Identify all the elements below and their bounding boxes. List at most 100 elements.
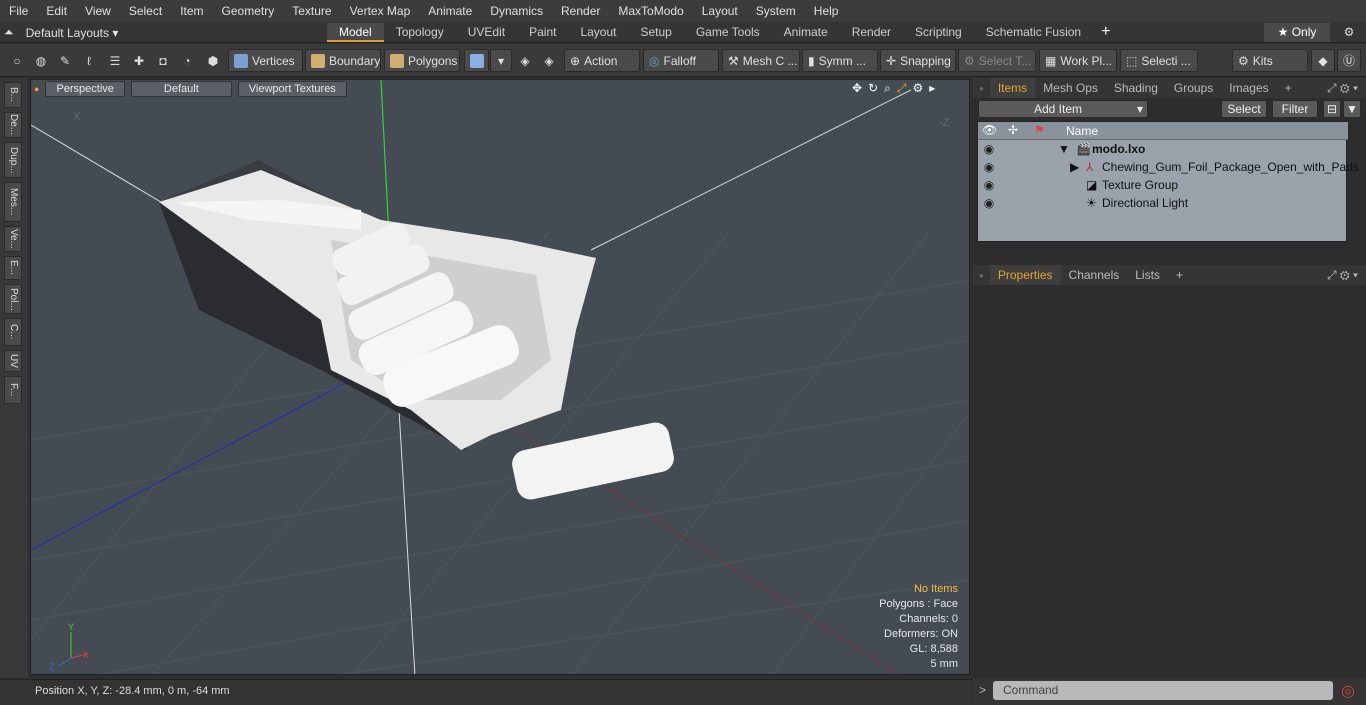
tab-groups[interactable]: Groups bbox=[1166, 78, 1221, 98]
tab-layout[interactable]: Layout bbox=[568, 23, 628, 42]
menu-item[interactable]: Render bbox=[552, 0, 609, 22]
add-item-dropdown[interactable]: Add Item ▾ bbox=[978, 100, 1148, 118]
align-icon[interactable]: ☰ bbox=[104, 49, 126, 72]
tab-uvedit[interactable]: UVEdit bbox=[456, 23, 517, 42]
menu-item[interactable]: File bbox=[0, 0, 37, 22]
falloff-button[interactable]: ◎ Falloff bbox=[643, 49, 719, 72]
left-tab[interactable]: De... bbox=[4, 112, 22, 138]
circle-select-icon[interactable]: ○ bbox=[6, 49, 28, 72]
left-tab[interactable]: Mes... bbox=[4, 182, 22, 222]
zoom-icon[interactable]: ⌕ bbox=[884, 81, 891, 97]
select-through-button[interactable]: ⚙ Select T... bbox=[958, 49, 1036, 72]
filter-button[interactable]: Filter bbox=[1272, 100, 1318, 118]
menu-item[interactable]: Geometry bbox=[213, 0, 284, 22]
maximize-icon[interactable]: ⤢ bbox=[897, 81, 907, 97]
menu-item[interactable]: MaxToModo bbox=[609, 0, 692, 22]
tab-model[interactable]: Model bbox=[327, 23, 384, 42]
add-tab-icon[interactable]: + bbox=[1277, 78, 1300, 98]
tab-images[interactable]: Images bbox=[1221, 78, 1276, 98]
kits-button[interactable]: ⚙ Kits bbox=[1232, 49, 1308, 72]
viewport-menu-arrow-icon[interactable]: ▸ bbox=[929, 81, 935, 97]
tab-setup[interactable]: Setup bbox=[628, 23, 683, 42]
menu-item[interactable]: Animate bbox=[419, 0, 481, 22]
menu-item[interactable]: Help bbox=[805, 0, 848, 22]
eye-icon[interactable]: ◉ bbox=[982, 140, 996, 158]
left-tab[interactable]: E... bbox=[4, 256, 22, 280]
menu-item[interactable]: Vertex Map bbox=[341, 0, 420, 22]
eye-icon[interactable]: ◉ bbox=[982, 194, 996, 212]
left-tab[interactable]: Ve... bbox=[4, 226, 22, 252]
material-button[interactable] bbox=[464, 49, 489, 72]
collapse-icon[interactable]: ⊟ bbox=[1323, 100, 1341, 118]
unreal-button[interactable]: Ⓤ bbox=[1337, 49, 1361, 72]
snapping-button[interactable]: ✛ Snapping bbox=[880, 49, 956, 72]
center-icon[interactable]: ✚ bbox=[128, 49, 150, 72]
eye-icon[interactable]: ◉ bbox=[982, 158, 996, 176]
menu-item[interactable]: Texture bbox=[283, 0, 340, 22]
element-icon[interactable]: ◔ bbox=[176, 49, 198, 72]
menu-item[interactable]: View bbox=[76, 0, 120, 22]
add-tab-icon[interactable]: + bbox=[1093, 23, 1118, 42]
left-tab[interactable]: Pol... bbox=[4, 284, 22, 314]
item-mode-icon[interactable]: ⬢ bbox=[202, 49, 224, 72]
tab-channels[interactable]: Channels bbox=[1061, 265, 1128, 285]
pan-icon[interactable]: ✥ bbox=[852, 81, 862, 97]
menu-item[interactable]: Dynamics bbox=[481, 0, 552, 22]
material-dropdown[interactable]: ▾ bbox=[490, 49, 512, 72]
shading-button[interactable]: Default bbox=[130, 81, 232, 97]
tab-mesh-ops[interactable]: Mesh Ops bbox=[1035, 78, 1106, 98]
boundary-button[interactable]: Boundary bbox=[305, 49, 381, 72]
tab-items[interactable]: Items bbox=[989, 78, 1036, 98]
expand-arrow-icon[interactable]: ▼ bbox=[1058, 140, 1070, 158]
rotate-icon[interactable]: ↻ bbox=[868, 81, 878, 97]
menu-item[interactable]: System bbox=[747, 0, 805, 22]
funnel-icon[interactable]: ▼ bbox=[1343, 100, 1361, 118]
menu-item[interactable]: Select bbox=[120, 0, 171, 22]
tab-shading[interactable]: Shading bbox=[1106, 78, 1166, 98]
eye-icon[interactable]: ◉ bbox=[982, 176, 996, 194]
tab-topology[interactable]: Topology bbox=[384, 23, 456, 42]
tab-lists[interactable]: Lists bbox=[1127, 265, 1168, 285]
3d-viewport[interactable]: Y X Z X -Z bbox=[30, 79, 970, 675]
symmetry-button[interactable]: ▮ Symm ... bbox=[802, 49, 878, 72]
left-tab[interactable]: Dup... bbox=[4, 142, 22, 178]
viewport-textures-button[interactable]: Viewport Textures bbox=[237, 81, 347, 97]
polygons-button[interactable]: Polygons bbox=[384, 49, 460, 72]
tab-properties[interactable]: Properties bbox=[989, 265, 1061, 285]
left-tab[interactable]: B... bbox=[4, 82, 22, 108]
select-button[interactable]: Select bbox=[1221, 100, 1267, 118]
menu-item[interactable]: Layout bbox=[693, 0, 747, 22]
view-type-button[interactable]: Perspective bbox=[45, 81, 125, 97]
layouts-dropdown[interactable]: ⏶ Default Layouts ▾ bbox=[4, 22, 118, 43]
only-toggle[interactable]: ★ Only bbox=[1264, 23, 1330, 42]
add-tab-icon[interactable]: + bbox=[1168, 265, 1191, 285]
selection-sets-button[interactable]: ⬚ Selecti ... bbox=[1120, 49, 1198, 72]
tab-scripting[interactable]: Scripting bbox=[903, 23, 974, 42]
tree-row-scene[interactable]: ◉ ▼ 🎬 modo.lxo bbox=[978, 140, 1348, 158]
panel-options-icon[interactable]: ⤢ ⚙ ▾ bbox=[1319, 78, 1366, 98]
tree-row-mesh[interactable]: ◉ ▶ ⅄ Chewing_Gum_Foil_Package_Open_with… bbox=[978, 158, 1359, 176]
tree-row-texture-group[interactable]: ◉ ◪ Texture Group bbox=[978, 176, 1348, 194]
lasso-icon[interactable]: ℓ bbox=[78, 49, 100, 72]
frame-icon[interactable]: ◘ bbox=[152, 49, 174, 72]
action-center-button[interactable]: ⊕ Action bbox=[564, 49, 640, 72]
menu-item[interactable]: Item bbox=[171, 0, 212, 22]
tab-game-tools[interactable]: Game Tools bbox=[684, 23, 772, 42]
viewport-gear-icon[interactable]: ⚙ bbox=[912, 81, 923, 97]
left-tab[interactable]: F... bbox=[4, 376, 22, 404]
pen-icon[interactable]: ✎ bbox=[54, 49, 76, 72]
left-tab[interactable]: C... bbox=[4, 318, 22, 346]
work-plane-button[interactable]: ▦ Work Pl... bbox=[1039, 49, 1117, 72]
panel-options-icon[interactable]: ⤢ ⚙ ▾ bbox=[1319, 265, 1366, 285]
menu-item[interactable]: Edit bbox=[37, 0, 76, 22]
tab-render[interactable]: Render bbox=[840, 23, 903, 42]
left-tab[interactable]: UV bbox=[4, 350, 22, 372]
tab-schematic-fusion[interactable]: Schematic Fusion bbox=[974, 23, 1093, 42]
globe-icon[interactable]: ◍ bbox=[30, 49, 52, 72]
vertices-button[interactable]: Vertices bbox=[228, 49, 303, 72]
symmetry-shield-icon[interactable]: ◈ bbox=[514, 49, 536, 72]
tree-row-light[interactable]: ◉ ☀ Directional Light bbox=[978, 194, 1348, 212]
mesh-constraint-button[interactable]: ⚒ Mesh C ... bbox=[722, 49, 800, 72]
tab-animate[interactable]: Animate bbox=[772, 23, 840, 42]
command-input[interactable]: Command bbox=[993, 681, 1333, 700]
